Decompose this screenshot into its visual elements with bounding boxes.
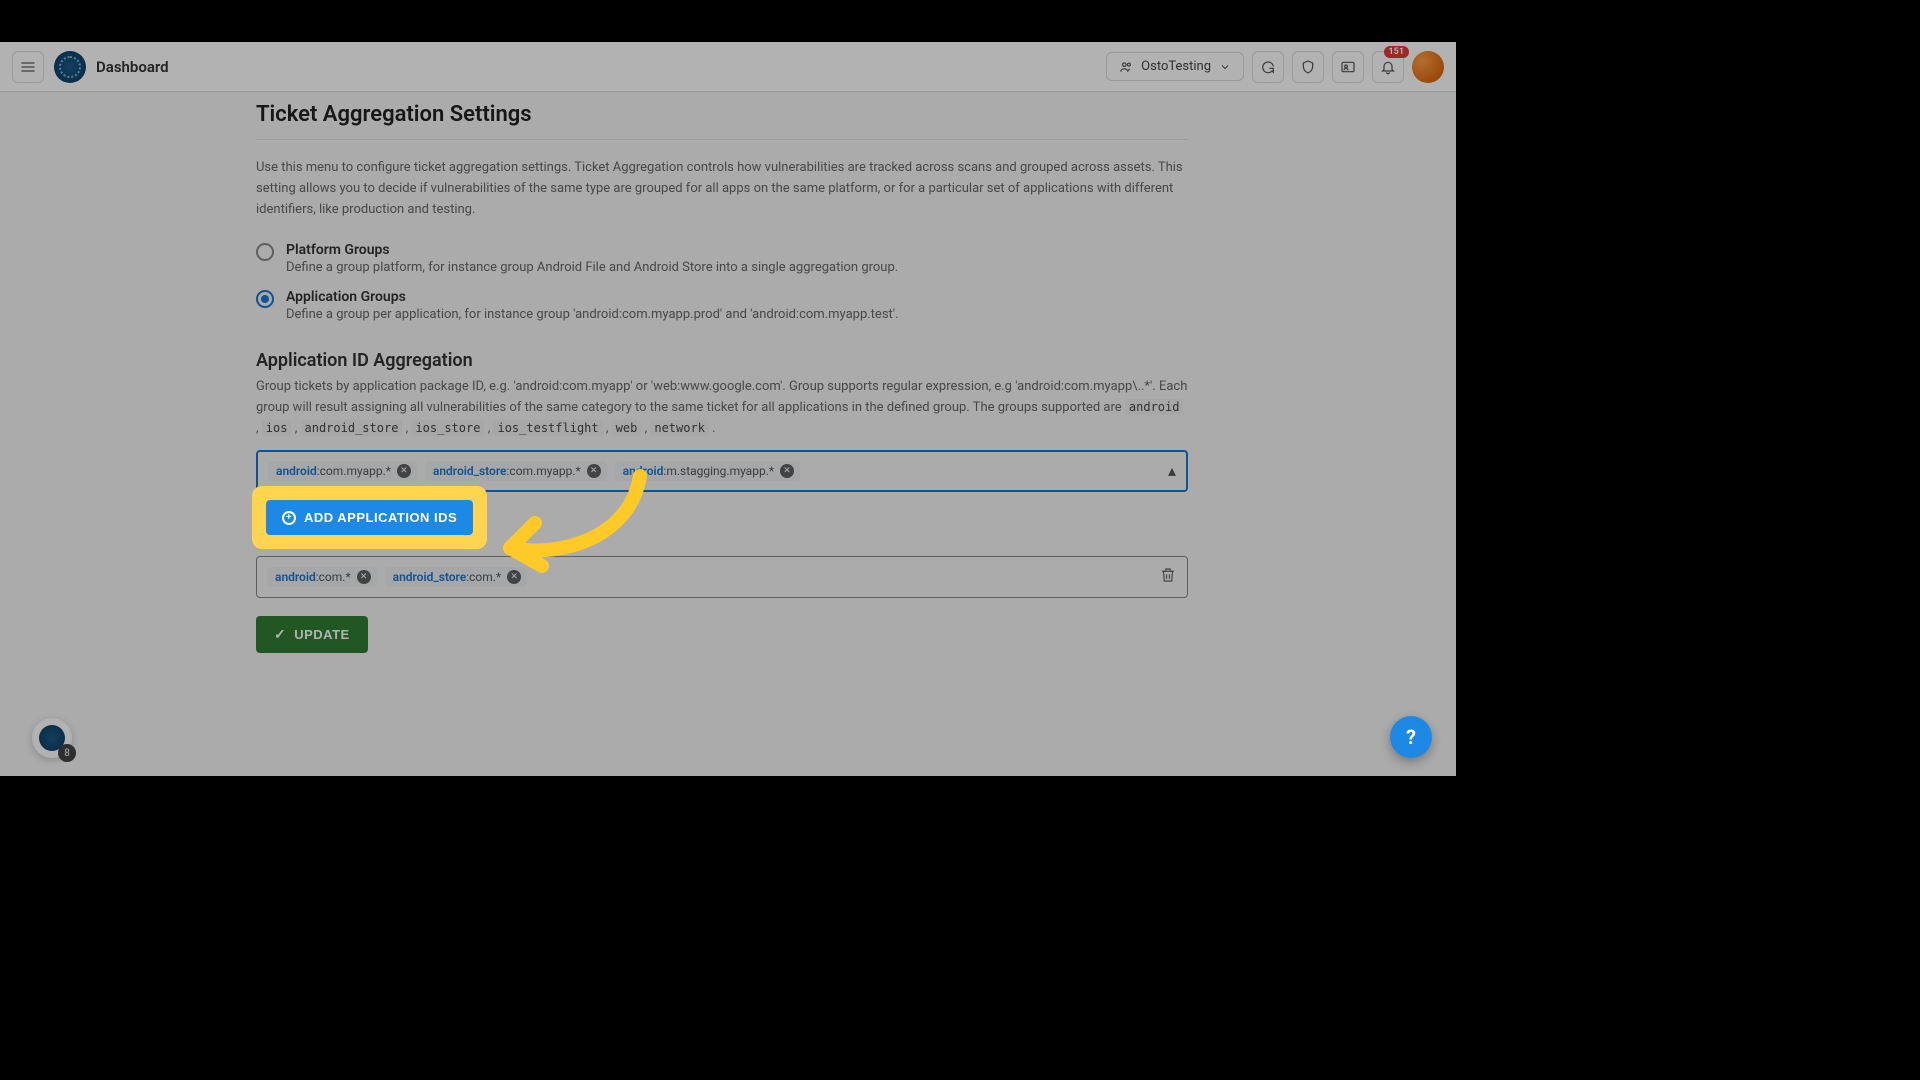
code-token: android — [1125, 399, 1184, 415]
trash-icon — [1159, 566, 1177, 584]
group-icon — [1119, 60, 1133, 74]
radio-desc: Define a group per application, for inst… — [286, 307, 899, 322]
hamburger-icon — [20, 59, 36, 75]
refresh-button[interactable] — [1252, 51, 1284, 83]
page-intro: Use this menu to configure ticket aggreg… — [256, 158, 1188, 220]
chip: android:com.* ✕ — [267, 567, 377, 587]
radio-application-groups[interactable]: Application Groups Define a group per ap… — [256, 289, 1188, 322]
update-button[interactable]: ✓ UPDATE — [256, 616, 368, 653]
code-token: android_store — [301, 420, 403, 436]
app-id-heading: Application ID Aggregation — [256, 350, 1188, 371]
breadcrumb: Dashboard — [96, 58, 169, 76]
plus-circle-icon: + — [282, 511, 296, 525]
notification-badge: 151 — [1384, 46, 1410, 58]
code-token: ios_store — [411, 420, 484, 436]
chip: android_store:com.* ✕ — [385, 567, 527, 587]
user-avatar[interactable] — [1412, 51, 1444, 83]
contacts-button[interactable] — [1332, 51, 1364, 83]
chip-remove-button[interactable]: ✕ — [780, 464, 794, 478]
radio-platform-groups[interactable]: Platform Groups Define a group platform,… — [256, 242, 1188, 275]
shield-button[interactable] — [1292, 51, 1324, 83]
highlight-annotation: + ADD APPLICATION IDS — [256, 490, 483, 545]
bell-icon — [1380, 59, 1396, 75]
check-icon: ✓ — [274, 626, 286, 643]
code-token: ios_testflight — [493, 420, 602, 436]
radio-input[interactable] — [256, 243, 274, 261]
chip-remove-button[interactable]: ✕ — [507, 570, 521, 584]
help-button[interactable]: ? — [1390, 716, 1432, 758]
page-title: Ticket Aggregation Settings — [256, 102, 1188, 140]
chevron-down-icon — [1219, 61, 1231, 73]
radio-title: Application Groups — [286, 289, 899, 305]
code-token: network — [650, 420, 709, 436]
org-name: OstoTesting — [1141, 59, 1211, 74]
dropdown-toggle[interactable]: ▴ — [1168, 461, 1176, 480]
app-id-desc: Group tickets by application package ID,… — [256, 377, 1188, 439]
delete-group-button[interactable] — [1159, 566, 1177, 588]
radio-desc: Define a group platform, for instance gr… — [286, 260, 898, 275]
app-logo — [54, 51, 86, 83]
top-bar: Dashboard OstoTesting 151 — [0, 42, 1456, 92]
chip-remove-button[interactable]: ✕ — [587, 464, 601, 478]
add-application-ids-button[interactable]: + ADD APPLICATION IDS — [266, 500, 473, 535]
notifications-button[interactable]: 151 — [1372, 51, 1404, 83]
app-id-input-group-1[interactable]: android:com.myapp.* ✕ android_store:com.… — [256, 450, 1188, 492]
chip: android:com.myapp.* ✕ — [268, 461, 417, 481]
chip: android_store:com.myapp.* ✕ — [425, 461, 607, 481]
radio-input[interactable] — [256, 290, 274, 308]
widget-badge: 8 — [58, 744, 76, 762]
chip: android:m.stagging.myapp.* ✕ — [615, 461, 800, 481]
chip-remove-button[interactable]: ✕ — [397, 464, 411, 478]
main-content: Ticket Aggregation Settings Use this men… — [256, 102, 1188, 653]
chip-remove-button[interactable]: ✕ — [357, 570, 371, 584]
chat-widget[interactable]: 8 — [32, 718, 72, 758]
org-switcher[interactable]: OstoTesting — [1106, 52, 1244, 81]
refresh-icon — [1260, 59, 1276, 75]
question-icon: ? — [1406, 725, 1416, 749]
app-id-input-group-2[interactable]: android:com.* ✕ android_store:com.* ✕ — [256, 556, 1188, 598]
code-token: web — [612, 420, 642, 436]
id-card-icon — [1340, 59, 1356, 75]
menu-button[interactable] — [12, 51, 44, 83]
radio-title: Platform Groups — [286, 242, 898, 258]
shield-icon — [1300, 59, 1316, 75]
code-token: ios — [262, 420, 292, 436]
